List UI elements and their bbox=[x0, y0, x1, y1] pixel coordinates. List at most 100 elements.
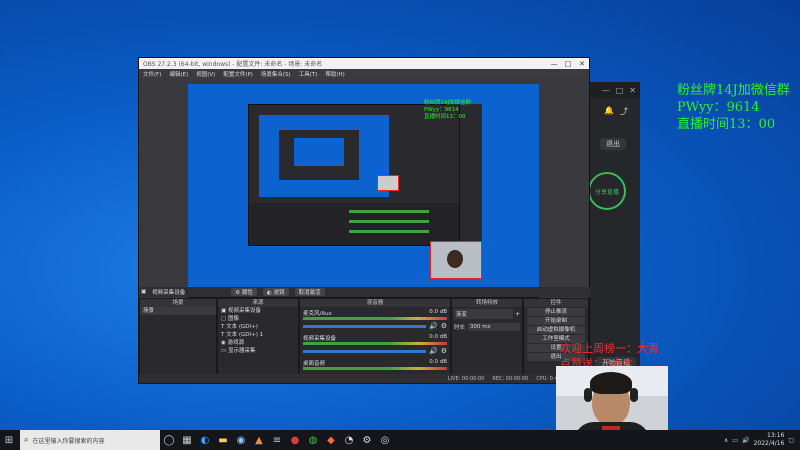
scene-item[interactable]: 场景 bbox=[140, 307, 216, 315]
scenes-title: 场景 bbox=[140, 299, 216, 307]
bell-icon[interactable]: 🔔 bbox=[604, 106, 614, 117]
companion-app-window[interactable]: — □ ✕ 🔔 ⤴ 退出 分享直播 开始直播 bbox=[583, 82, 640, 382]
network-icon[interactable]: ▭ bbox=[732, 437, 738, 444]
overlay-line-2: PWyy：9614 bbox=[677, 100, 760, 115]
taskbar-search[interactable]: ⌕ 在这里输入你要搜索的内容 bbox=[20, 430, 160, 450]
menu-tools[interactable]: 工具(T) bbox=[299, 70, 318, 78]
source-item[interactable]: ▢ 图像 bbox=[218, 315, 298, 323]
menu-scene-collection[interactable]: 场景集合(S) bbox=[261, 70, 291, 78]
controls-title: 控件 bbox=[524, 299, 588, 307]
search-icon: ⌕ bbox=[24, 435, 29, 444]
menu-help[interactable]: 帮助(H) bbox=[325, 70, 344, 78]
chevron-up-icon[interactable]: ∧ bbox=[724, 437, 728, 444]
add-icon[interactable]: + bbox=[515, 311, 520, 318]
source-item[interactable]: T 文本 (GDI+) 1 bbox=[218, 331, 298, 339]
transition-select[interactable]: 渐变 bbox=[454, 309, 513, 319]
close-icon[interactable]: ✕ bbox=[575, 60, 589, 68]
mixer-dock: 混音器 麦克风/Aux 0.0 dB 🔊 ⚙ 视频采集设备 0.0 dB 🔊 ⚙ 桌面音… bbox=[299, 298, 451, 384]
gear-icon[interactable]: ⚙ bbox=[441, 347, 447, 355]
stop-streaming-button[interactable]: 停止推流 bbox=[527, 308, 585, 316]
menu-bar: 文件(F) 编辑(E) 视图(V) 配置文件(P) 场景集合(S) 工具(T) … bbox=[139, 69, 589, 79]
app-icon[interactable]: ◔ bbox=[340, 430, 358, 450]
status-bar: LIVE: 00:00:00 REC: 00:00:00 CPU: 0.4%, … bbox=[139, 374, 593, 383]
obs-icon[interactable]: ◎ bbox=[376, 430, 394, 450]
taskbar: ⊞ ⌕ 在这里输入你要搜索的内容 ◯ ▦ ◐ ▬ ◉ ▲ ≡ ● ◍ ◆ ◔ ⚙… bbox=[0, 430, 800, 450]
duration-label: 时长 bbox=[454, 325, 466, 331]
mixer-channel: 视频采集设备 0.0 dB 🔊 ⚙ bbox=[303, 334, 447, 355]
app-icon[interactable]: ● bbox=[286, 430, 304, 450]
windows-start-icon[interactable]: ⊞ bbox=[0, 430, 18, 450]
menu-edit[interactable]: 编辑(E) bbox=[169, 70, 188, 78]
clock-date: 2022/4/16 bbox=[753, 440, 785, 447]
edge-icon[interactable]: ◐ bbox=[196, 430, 214, 450]
audio-meter bbox=[303, 367, 447, 370]
sources-title: 来源 bbox=[218, 299, 298, 307]
close-icon[interactable]: ✕ bbox=[629, 86, 636, 95]
overlay-line-3: 直播时间13：00 bbox=[677, 117, 776, 132]
minimize-icon[interactable]: — bbox=[602, 86, 610, 95]
share-icon[interactable]: ⤴ bbox=[620, 106, 628, 117]
volume-slider[interactable] bbox=[303, 324, 426, 328]
audio-meter bbox=[303, 342, 447, 345]
search-placeholder: 在这里输入你要搜索的内容 bbox=[32, 437, 105, 445]
notification-icon[interactable]: ▢ bbox=[788, 437, 794, 444]
gear-icon[interactable]: ⚙ bbox=[441, 322, 447, 330]
source-toolbar: ▣ 视频采集设备 ⚙ 属性 ◐ 滤镜 取消激活 bbox=[139, 287, 591, 297]
minimize-icon[interactable]: — bbox=[547, 60, 561, 68]
volume-slider[interactable] bbox=[303, 349, 426, 353]
speaker-icon[interactable]: 🔊 bbox=[429, 347, 438, 355]
steam-icon[interactable]: ◉ bbox=[232, 430, 250, 450]
overlay-text-block: 粉丝牌14J加微信群 PWyy：9614 直播时间13：00 bbox=[677, 82, 790, 133]
system-tray: ∧ ▭ 🔊 13:16 2022/4/16 ▢ bbox=[724, 432, 800, 448]
rec-status: REC: 00:00:00 bbox=[492, 375, 529, 382]
sources-dock: 来源 ▣ 视频采集设备 ▢ 图像 T 文本 (GDI+) T 文本 (GDI+)… bbox=[217, 298, 299, 384]
nested-side-panel bbox=[460, 104, 482, 244]
nested-overlay-text: 粉丝牌14J加微信群 PWyy：9614 直播时间13：00 bbox=[424, 100, 472, 120]
gear-icon[interactable]: ⚙ bbox=[358, 430, 376, 450]
app-icon[interactable]: ▲ bbox=[250, 430, 268, 450]
start-recording-button[interactable]: 开始录制 bbox=[527, 317, 585, 325]
obs-window[interactable]: OBS 27.2.3 (64-bit, windows) - 配置文件: 未命名… bbox=[138, 57, 593, 384]
clock[interactable]: 13:16 2022/4/16 bbox=[754, 432, 785, 448]
maximize-icon[interactable]: □ bbox=[561, 60, 575, 68]
app-icon[interactable]: ◆ bbox=[322, 430, 340, 450]
selected-source-label: 视频采集设备 bbox=[152, 290, 186, 296]
menu-profile[interactable]: 配置文件(P) bbox=[223, 70, 253, 78]
chrome-icon[interactable]: ◍ bbox=[304, 430, 322, 450]
source-item[interactable]: ▭ 显示器采集 bbox=[218, 347, 298, 355]
mixer-title: 混音器 bbox=[300, 299, 450, 307]
source-item[interactable]: T 文本 (GDI+) bbox=[218, 323, 298, 331]
app-icon[interactable]: ≡ bbox=[268, 430, 286, 450]
clock-time: 13:16 bbox=[767, 432, 785, 439]
properties-button[interactable]: ⚙ 属性 bbox=[231, 288, 257, 296]
overlay-line-1: 粉丝牌14J加微信群 bbox=[677, 83, 790, 98]
widgets-icon[interactable]: ▦ bbox=[178, 430, 196, 450]
nested-capture bbox=[248, 104, 460, 246]
live-status: LIVE: 00:00:00 bbox=[447, 375, 485, 382]
virtual-camera-button[interactable]: 启动虚拟摄像机 bbox=[527, 326, 585, 334]
volume-icon[interactable]: 🔊 bbox=[742, 437, 749, 444]
explorer-icon[interactable]: ▬ bbox=[214, 430, 232, 450]
exit-button[interactable]: 退出 bbox=[600, 138, 626, 150]
speaker-icon[interactable]: 🔊 bbox=[429, 322, 438, 330]
companion-titlebar: — □ ✕ bbox=[584, 82, 640, 98]
transitions-title: 转场特效 bbox=[452, 299, 522, 307]
share-live-circle[interactable]: 分享直播 bbox=[588, 172, 626, 210]
task-view-icon[interactable]: ◯ bbox=[160, 430, 178, 450]
source-item[interactable]: ▣ 视频采集设备 bbox=[218, 307, 298, 315]
mixer-channel: 麦克风/Aux 0.0 dB 🔊 ⚙ bbox=[303, 309, 447, 330]
maximize-icon[interactable]: □ bbox=[616, 86, 624, 95]
source-item[interactable]: ◉ 游戏源 bbox=[218, 339, 298, 347]
menu-file[interactable]: 文件(F) bbox=[143, 70, 161, 78]
audio-meter bbox=[303, 317, 447, 320]
preview-canvas[interactable]: 粉丝牌14J加微信群 PWyy：9614 直播时间13：00 bbox=[188, 84, 539, 302]
obs-titlebar: OBS 27.2.3 (64-bit, windows) - 配置文件: 未命名… bbox=[139, 58, 589, 69]
transitions-dock: 转场特效 渐变 + 时长 300 ms bbox=[451, 298, 523, 384]
menu-view[interactable]: 视图(V) bbox=[196, 70, 215, 78]
duration-input[interactable]: 300 ms bbox=[468, 323, 520, 331]
deactivate-button[interactable]: 取消激活 bbox=[294, 288, 325, 296]
scenes-dock: 场景 场景 + − ∧ ∨ bbox=[139, 298, 217, 384]
docks-area: 场景 场景 + − ∧ ∨ 来源 ▣ 视频采集设备 ▢ 图像 T 文本 (GDI… bbox=[139, 298, 589, 384]
camera-icon: ▣ bbox=[141, 289, 147, 295]
filters-button[interactable]: ◐ 滤镜 bbox=[262, 288, 289, 296]
